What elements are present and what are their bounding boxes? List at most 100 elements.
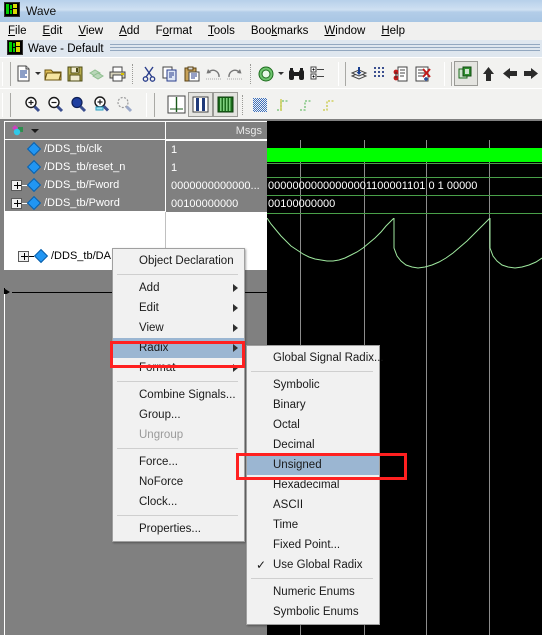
menu-divider — [117, 274, 238, 275]
signal-row-da[interactable]: /DDS_tb/DA — [4, 247, 111, 265]
redo-icon[interactable] — [224, 62, 245, 85]
zoom-selection-icon[interactable] — [90, 93, 113, 116]
menu-item-numeric-enums[interactable]: Numeric Enums — [247, 582, 379, 602]
signal-value: 1 — [171, 144, 178, 156]
menu-item-noforce[interactable]: NoForce — [113, 472, 244, 492]
menu-file[interactable]: File — [0, 24, 35, 38]
signal-row-fword[interactable]: /DDS_tb/Fword — [5, 176, 165, 194]
dither-pattern-icon[interactable] — [248, 93, 271, 116]
expand-plus-icon[interactable] — [11, 179, 22, 191]
menu-tools[interactable]: Tools — [200, 24, 243, 38]
delete-report-icon[interactable] — [413, 62, 434, 85]
cursor-single-icon[interactable] — [165, 93, 188, 116]
cursor-pair-icon[interactable] — [188, 92, 213, 117]
wave-app-icon — [4, 2, 20, 20]
find-binoculars-icon[interactable] — [285, 62, 306, 85]
save-icon[interactable] — [64, 62, 85, 85]
new-document-dropdown-arrow[interactable] — [34, 62, 42, 85]
menu-item-time[interactable]: Time — [247, 515, 379, 535]
open-folder-icon[interactable] — [42, 62, 63, 85]
objects-colored-icon — [11, 124, 27, 138]
right-arrow-icon[interactable] — [521, 62, 542, 85]
menu-divider — [117, 448, 238, 449]
zoom-in-icon[interactable] — [21, 93, 44, 116]
menu-item-hexadecimal[interactable]: Hexadecimal — [247, 475, 379, 495]
menu-help[interactable]: Help — [373, 24, 413, 38]
menu-item-clock[interactable]: Clock... — [113, 492, 244, 512]
menu-item-symbolic[interactable]: Symbolic — [247, 375, 379, 395]
edge-any-icon[interactable] — [317, 93, 340, 116]
menu-view[interactable]: View — [70, 24, 111, 38]
dock-title-label: Wave - Default — [28, 42, 104, 55]
toolbar-grip-3[interactable] — [443, 61, 453, 86]
menu-add[interactable]: Add — [111, 24, 147, 38]
name-column-header — [5, 122, 166, 139]
toolbar-grip-4[interactable] — [2, 92, 11, 117]
chevron-down-icon[interactable] — [31, 128, 39, 133]
left-arrow-icon[interactable] — [499, 62, 520, 85]
fword-wave-value: 00000000000000001100001101 0 1 00000 — [268, 180, 478, 192]
toolbar-grip-2[interactable] — [337, 61, 347, 86]
copy-icon[interactable] — [160, 62, 181, 85]
menu-item-object-declaration[interactable]: Object Declaration — [113, 251, 244, 271]
new-document-icon[interactable] — [13, 62, 34, 85]
menu-item-use-global-radix[interactable]: ✓ Use Global Radix — [247, 555, 379, 575]
menu-bookmarks[interactable]: Bookmarks — [243, 24, 317, 38]
toolbar-grip[interactable] — [2, 61, 11, 86]
menu-item-add[interactable]: Add — [113, 278, 244, 298]
reload-icon[interactable] — [85, 62, 106, 85]
menu-bar[interactable]: File Edit View Add Format Tools Bookmark… — [0, 22, 542, 41]
add-signal-dropdown-arrow[interactable] — [277, 62, 285, 85]
menu-item-combine-signals[interactable]: Combine Signals... — [113, 385, 244, 405]
zoom-out-icon[interactable] — [44, 93, 67, 116]
menu-item-group[interactable]: Group... — [113, 405, 244, 425]
paste-icon[interactable] — [181, 62, 202, 85]
signal-row-pword[interactable]: /DDS_tb/Pword — [5, 194, 165, 212]
copy-window-icon[interactable] — [454, 61, 478, 86]
waveform-bars-icon[interactable] — [213, 92, 238, 117]
menu-format[interactable]: Format — [148, 24, 200, 38]
menu-item-view[interactable]: View — [113, 318, 244, 338]
radix-submenu[interactable]: Global Signal Radix... Symbolic Binary O… — [246, 345, 384, 625]
cut-scissors-icon[interactable] — [138, 62, 159, 85]
menu-item-fixed-point[interactable]: Fixed Point... — [247, 535, 379, 555]
signal-value: 1 — [171, 162, 178, 174]
toolbar-grip-5[interactable] — [146, 92, 155, 117]
toolbar-zoom — [0, 88, 542, 121]
menu-item-octal[interactable]: Octal — [247, 415, 379, 435]
properties-list-icon[interactable] — [307, 62, 328, 85]
menu-item-ascii[interactable]: ASCII — [247, 495, 379, 515]
signal-row-reset-n[interactable]: /DDS_tb/reset_n — [5, 158, 165, 176]
zoom-full-icon[interactable] — [67, 93, 90, 116]
menu-item-format[interactable]: Format — [113, 358, 244, 378]
menu-item-force[interactable]: Force... — [113, 452, 244, 472]
waveform-compare-icon[interactable] — [391, 62, 412, 85]
menu-item-global-signal-radix[interactable]: Global Signal Radix... — [247, 348, 384, 368]
edge-rise-icon[interactable] — [271, 93, 294, 116]
menu-item-symbolic-enums[interactable]: Symbolic Enums — [247, 602, 379, 622]
menu-item-radix[interactable]: Radix — [113, 338, 244, 358]
grid-dots-icon[interactable] — [370, 62, 391, 85]
expand-plus-icon[interactable] — [18, 250, 29, 262]
expand-plus-icon[interactable] — [11, 197, 22, 209]
signal-diamond-icon — [26, 159, 42, 175]
add-signal-icon[interactable] — [256, 62, 277, 85]
zoom-region-icon[interactable] — [113, 93, 136, 116]
menu-item-unsigned[interactable]: Unsigned — [247, 455, 379, 475]
edge-fall-icon[interactable] — [294, 93, 317, 116]
menu-item-edit[interactable]: Edit — [113, 298, 244, 318]
menu-item-label: Edit — [139, 302, 159, 314]
menu-item-label: Radix — [139, 342, 169, 354]
menu-item-properties[interactable]: Properties... — [113, 519, 244, 539]
undo-icon[interactable] — [203, 62, 224, 85]
menu-edit[interactable]: Edit — [35, 24, 71, 38]
menu-window[interactable]: Window — [316, 24, 373, 38]
print-icon[interactable] — [107, 62, 128, 85]
up-arrow-icon[interactable] — [478, 62, 499, 85]
menu-item-binary[interactable]: Binary — [247, 395, 379, 415]
signal-row-clk[interactable]: /DDS_tb/clk — [5, 140, 165, 158]
simulate-layers-icon[interactable] — [348, 62, 369, 85]
signal-context-menu[interactable]: Object Declaration Add Edit View Radix F… — [112, 248, 245, 542]
menu-item-label: Format — [139, 362, 176, 374]
menu-item-decimal[interactable]: Decimal — [247, 435, 379, 455]
